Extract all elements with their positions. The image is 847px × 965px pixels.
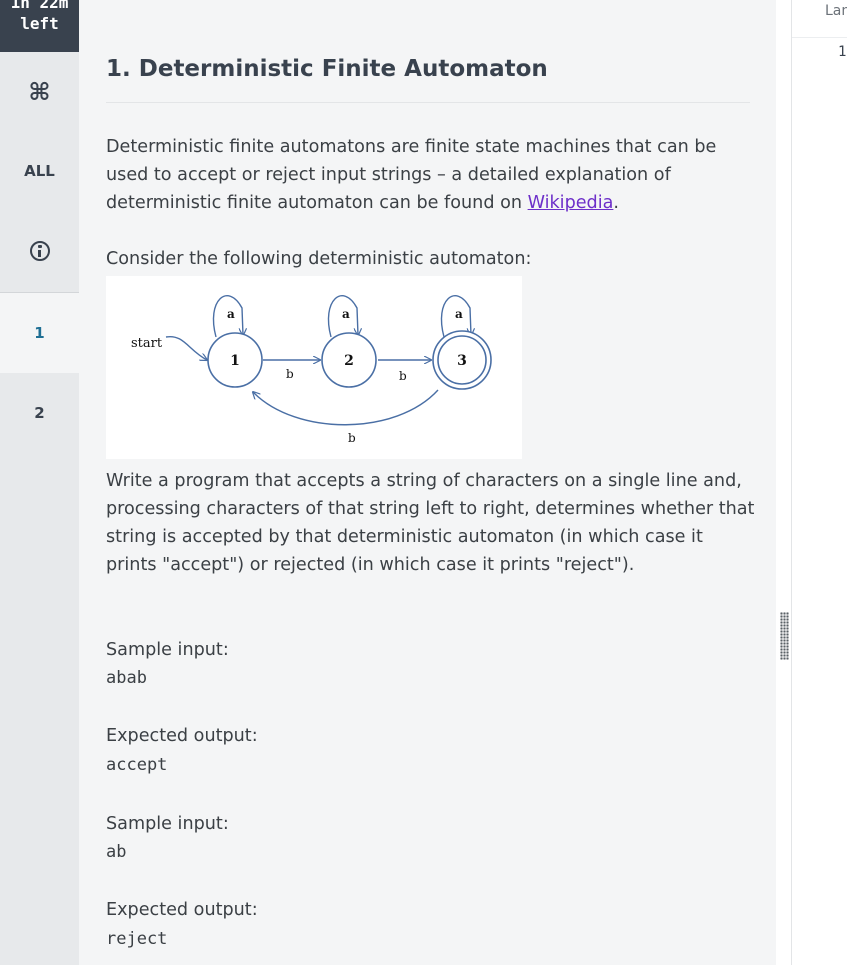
sample-input-label-2: Sample input: [106,814,229,834]
resize-handle[interactable] [780,612,789,660]
problem-panel[interactable]: 1. Deterministic Finite Automaton Determ… [79,0,776,965]
loop-3-label: a [455,307,463,321]
question-2-button[interactable]: 2 [0,373,79,453]
edge-2-3-label: b [399,369,407,383]
line-number: 1 [838,44,847,60]
edge-1-2-label: b [286,367,294,381]
task-paragraph: Write a program that accepts a string of… [106,471,755,575]
automaton-diagram: start a a a b b b 1 2 3 [106,276,522,459]
question-2-label: 2 [34,404,45,422]
intro-end: . [613,193,619,213]
wikipedia-link[interactable]: Wikipedia [528,193,614,213]
automaton-svg: start a a a b b b 1 2 3 [131,295,492,445]
intro-paragraph: Deterministic finite automatons are fini… [106,133,756,217]
panel-splitter [776,0,792,965]
sample-input-label-1: Sample input: [106,640,229,660]
all-questions-label: ALL [24,162,55,180]
expected-output-1: accept [106,755,168,775]
edge-3-1-label: b [348,431,356,445]
shortcuts-button[interactable]: ⌘ [0,52,79,132]
problem-title: 1. Deterministic Finite Automaton [106,56,548,82]
command-icon: ⌘ [28,78,51,106]
info-button[interactable] [0,210,79,292]
sample-input-2: ab [106,842,127,862]
loop-1-label: a [227,307,235,321]
start-label: start [131,336,163,351]
loop-2-label: a [342,307,350,321]
code-editor-panel[interactable]: Language 1 [792,0,847,965]
all-questions-button[interactable]: ALL [0,132,79,210]
sample-input-1: abab [106,668,147,688]
expected-output-label-2: Expected output: [106,900,258,920]
edge-3-1 [253,389,439,426]
expected-output-2: reject [106,929,168,949]
time-remaining-value: 1h 22m [10,0,69,12]
state-3-label: 3 [457,353,467,369]
state-1-label: 1 [230,353,240,369]
question-1-button[interactable]: 1 [0,293,79,373]
consider-paragraph: Consider the following deterministic aut… [106,249,532,269]
question-sidebar: 1h 22m left ⌘ ALL 1 2 [0,0,79,965]
title-divider [106,102,750,103]
question-1-label: 1 [34,324,45,342]
time-remaining: 1h 22m left [0,0,79,52]
language-select[interactable]: Language [825,3,847,19]
time-remaining-suffix: left [20,14,59,33]
expected-output-label-1: Expected output: [106,726,258,746]
info-icon [29,241,50,261]
state-2-label: 2 [344,353,354,369]
editor-toolbar: Language [792,0,847,38]
intro-text: Deterministic finite automatons are fini… [106,137,717,213]
start-arrow [165,336,207,360]
